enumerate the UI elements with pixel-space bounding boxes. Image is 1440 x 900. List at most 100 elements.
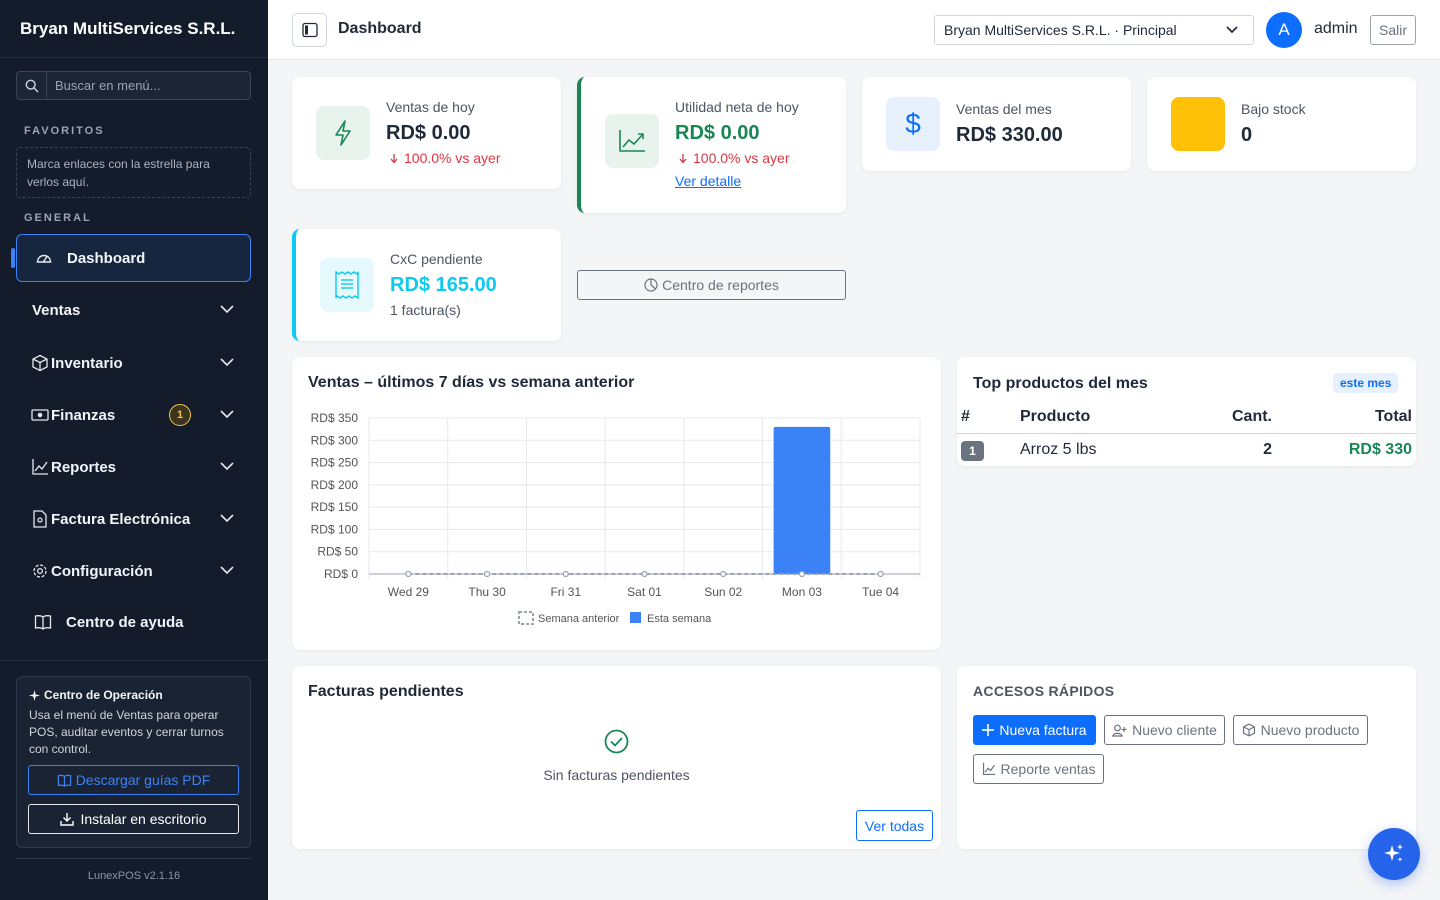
kpi-label: Ventas del mes [956, 101, 1052, 117]
kpi-card-low-stock: Bajo stock 0 [1147, 77, 1416, 171]
sales-chart-card: Ventas – últimos 7 días vs semana anteri… [292, 357, 941, 650]
download-icon [60, 812, 75, 826]
book-icon [32, 614, 54, 630]
column-header-qty: Cant. [1232, 408, 1272, 425]
assistant-fab-button[interactable] [1368, 828, 1420, 880]
x-tick-label: Mon 03 [782, 585, 822, 599]
sidebar-divider [0, 660, 268, 661]
sidebar-item-reportes[interactable]: Reportes [16, 443, 251, 491]
previous-week-point [562, 570, 569, 578]
install-desktop-button[interactable]: Instalar en escritorio [28, 804, 239, 834]
legend-swatch-current [630, 612, 641, 623]
sidebar-item-inventario[interactable]: Inventario [16, 339, 251, 387]
new-invoice-button[interactable]: Nueva factura [973, 715, 1096, 745]
table-header-divider [957, 433, 1416, 434]
chart-line-icon [982, 762, 996, 776]
branch-select-value: Bryan MultiServices S.R.L. · Principal [944, 22, 1177, 38]
sidebar-item-finanzas[interactable]: Finanzas 1 [16, 391, 251, 439]
kpi-label: Ventas de hoy [386, 99, 475, 115]
x-tick-label: Wed 29 [388, 585, 429, 599]
kpi-card-profit-today: Utilidad neta de hoy RD$ 0.00 100.0% vs … [577, 77, 846, 213]
reports-center-button[interactable]: Centro de reportes [577, 270, 846, 300]
sidebar-item-label: Factura Electrónica [51, 510, 191, 528]
box-icon [1242, 723, 1256, 737]
search-icon [17, 72, 47, 99]
sidebar-item-centro-de-ayuda[interactable]: Centro de ayuda [16, 598, 251, 646]
kpi-value: RD$ 330.00 [956, 124, 1063, 146]
box-icon [29, 354, 51, 372]
sidebar-item-label: Centro de ayuda [66, 613, 184, 631]
sparkle-icon [1382, 842, 1406, 866]
y-tick-label: RD$ 100 [311, 522, 359, 536]
kpi-value: RD$ 0.00 [675, 122, 760, 144]
operations-center-card: Centro de Operación Usa el menú de Venta… [16, 676, 251, 848]
view-all-button[interactable]: Ver todas [856, 810, 933, 841]
chevron-down-icon [219, 460, 235, 472]
topbar: Dashboard Bryan MultiServices S.R.L. · P… [268, 0, 1440, 60]
avatar[interactable]: A [1266, 12, 1302, 48]
kpi-label: Utilidad neta de hoy [675, 99, 799, 115]
sales-report-button[interactable]: Reporte ventas [973, 754, 1104, 784]
y-tick-label: RD$ 250 [311, 456, 359, 470]
chevron-down-icon [1225, 25, 1239, 35]
active-indicator [11, 248, 15, 268]
kpi-delta: 100.0% vs ayer [679, 150, 790, 166]
pending-invoices-card: Facturas pendientes Sin facturas pendien… [292, 666, 941, 849]
legend-swatch-previous [518, 611, 534, 625]
svg-text:$: $ [905, 109, 921, 139]
y-tick-label: RD$ 0 [324, 567, 358, 581]
favorites-title: FAVORITOS [24, 125, 105, 137]
chart-line-icon [605, 114, 659, 168]
cash-icon [29, 408, 51, 422]
chevron-down-icon [219, 408, 235, 420]
rank-badge: 1 [961, 441, 984, 461]
sidebar-item-label: Finanzas [51, 406, 116, 424]
app-version: LunexPOS v2.1.16 [87, 870, 181, 882]
general-title: GENERAL [24, 212, 92, 224]
arrow-down-icon [390, 153, 398, 164]
sidebar-item-label: Inventario [51, 354, 123, 372]
x-tick-label: Sun 02 [704, 585, 742, 599]
sidebar-toggle-button[interactable] [292, 13, 327, 47]
sidebar-item-configuracion[interactable]: Configuración [16, 547, 251, 595]
sidebar-item-label: Ventas [32, 301, 81, 319]
kpi-label: Bajo stock [1241, 101, 1306, 117]
previous-week-point [641, 570, 648, 578]
menu-search-input[interactable] [47, 78, 250, 93]
sidebar-item-factura-electronica[interactable]: Factura Electrónica [16, 495, 251, 543]
kpi-sub: 1 factura(s) [390, 302, 461, 318]
view-detail-link[interactable]: Ver detalle [675, 173, 741, 189]
chart-line-icon [29, 458, 51, 476]
branch-select[interactable]: Bryan MultiServices S.R.L. · Principal [934, 15, 1254, 45]
operations-center-text: Usa el menú de Ventas para operar POS, a… [29, 708, 224, 756]
warning-icon [1171, 97, 1225, 151]
download-guides-button[interactable]: Descargar guías PDF [28, 765, 239, 795]
chevron-down-icon [219, 303, 235, 315]
new-client-button[interactable]: Nuevo cliente [1104, 715, 1225, 745]
user-name: admin [1314, 20, 1358, 37]
sales-chart: RD$ 0 RD$ 50 RD$ 100 RD$ 150 RD$ 200 RD$ 250 R… [311, 411, 921, 625]
kpi-label: CxC pendiente [390, 251, 483, 267]
new-product-button[interactable]: Nuevo producto [1233, 715, 1368, 745]
sidebar-item-dashboard[interactable]: Dashboard [16, 234, 251, 282]
sidebar: Bryan MultiServices S.R.L. FAVORITOS Mar… [0, 0, 268, 900]
kpi-value: 0 [1241, 124, 1253, 146]
user-plus-icon [1112, 724, 1127, 737]
chevron-down-icon [219, 564, 235, 576]
quick-access-title: ACCESOS RÁPIDOS [973, 683, 1115, 699]
logout-button[interactable]: Salir [1370, 15, 1416, 45]
sidebar-divider [16, 858, 251, 859]
x-tick-label: Tue 04 [862, 585, 899, 599]
sidebar-item-ventas[interactable]: Ventas [16, 286, 251, 334]
top-products-title: Top productos del mes [973, 375, 1148, 392]
previous-week-point [405, 570, 412, 578]
pie-chart-icon [644, 278, 658, 292]
period-badge: este mes [1333, 373, 1399, 393]
dollar-icon: $ [886, 97, 940, 151]
page-title: Dashboard [338, 20, 422, 37]
menu-search[interactable] [16, 71, 251, 100]
empty-state-text: Sin facturas pendientes [543, 767, 690, 783]
chevron-down-icon [219, 356, 235, 368]
brand-name[interactable]: Bryan MultiServices S.R.L. [0, 0, 268, 58]
kpi-card-receivables: CxC pendiente RD$ 165.00 1 factura(s) [292, 229, 561, 341]
